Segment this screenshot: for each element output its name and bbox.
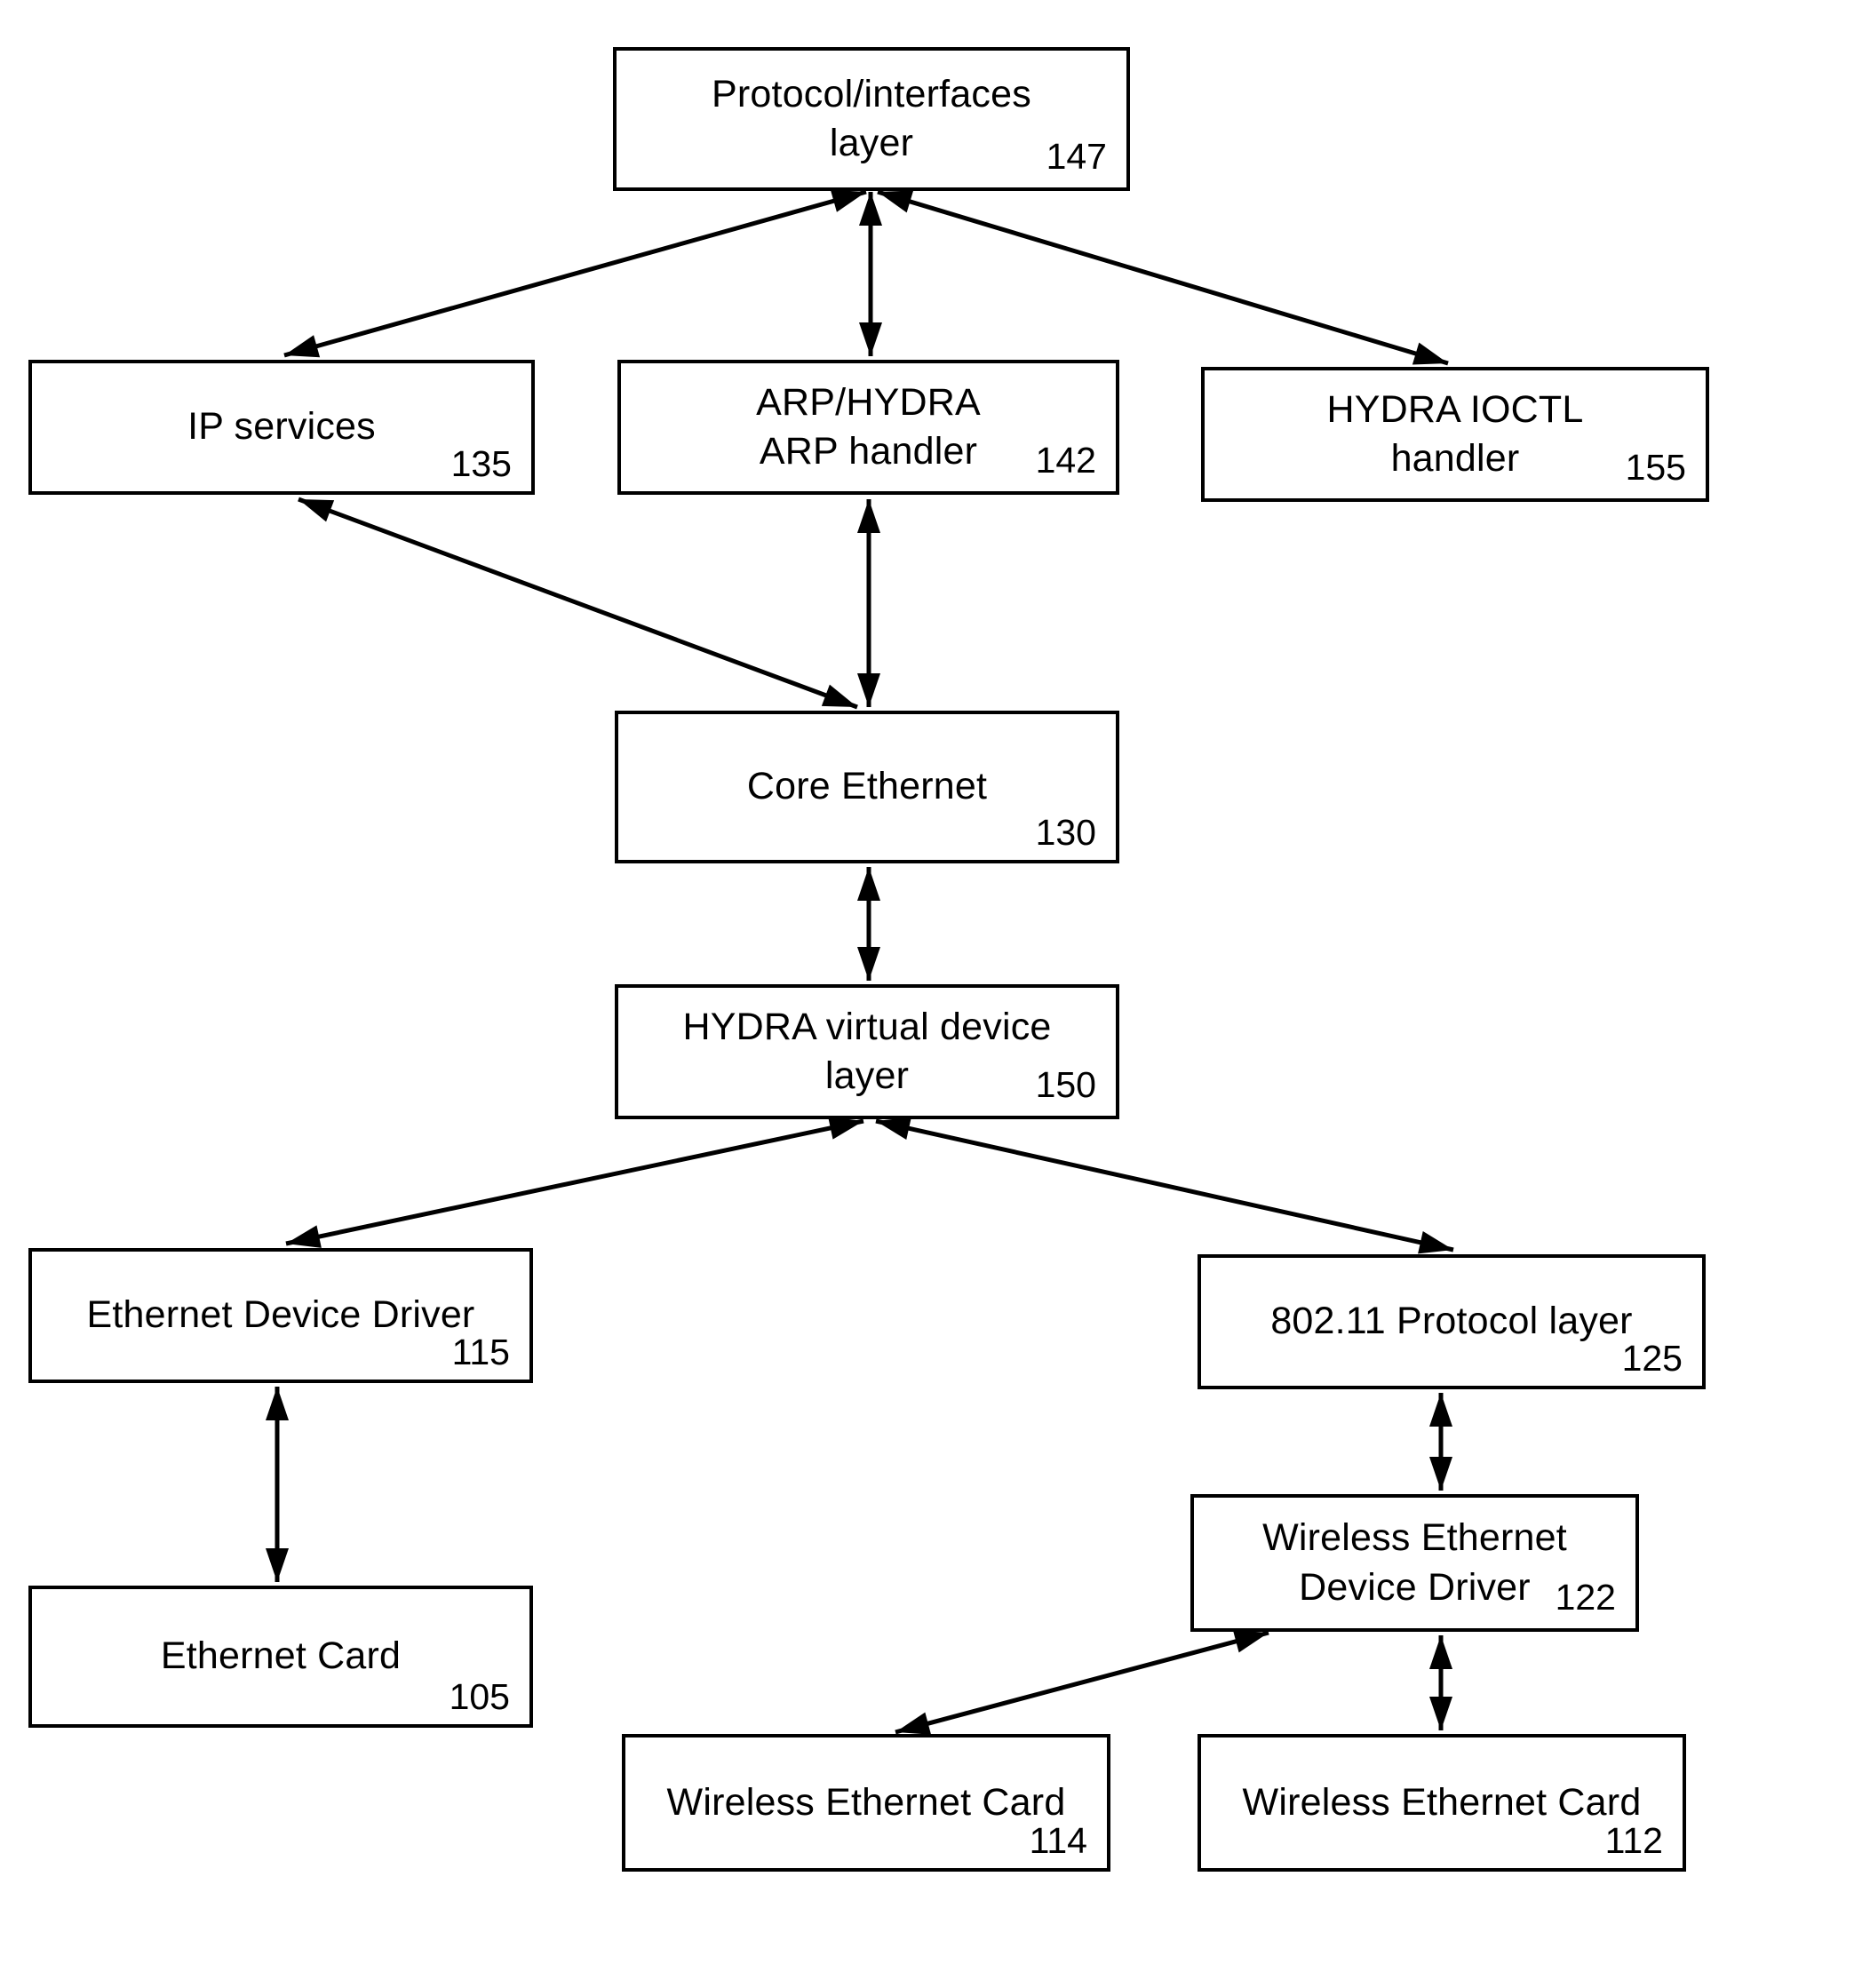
arrowhead-start <box>876 1117 911 1140</box>
edge-protocol-interfaces-layer-to-ip-services <box>283 189 867 358</box>
node-label: 802.11 Protocol layer <box>1270 1300 1633 1343</box>
arrowhead-end <box>859 322 882 356</box>
edge-wireless-ethernet-device-driver-to-wireless-ethernet-card-112 <box>1429 1635 1452 1730</box>
edge-hydra-virtual-device-layer-to-ethernet-device-driver <box>285 1117 864 1248</box>
node-reference-number: 142 <box>1035 440 1096 481</box>
arrowhead-start <box>859 192 882 226</box>
arrowhead-start <box>857 867 880 901</box>
edge-line <box>875 1118 1454 1252</box>
arrowhead-start <box>1429 1635 1452 1669</box>
edge-line <box>285 1118 864 1246</box>
node-reference-number: 150 <box>1035 1064 1096 1105</box>
arrowhead-end <box>857 673 880 707</box>
arrowhead-end <box>1429 1697 1452 1730</box>
arrowhead-end <box>284 335 321 358</box>
node-ethernet-card: Ethernet Card 105 <box>28 1586 533 1728</box>
node-reference-number: 155 <box>1625 447 1686 488</box>
node-reference-number: 125 <box>1621 1338 1683 1379</box>
node-ethernet-device-driver: Ethernet Device Driver 115 <box>28 1248 533 1383</box>
node-reference-number: 135 <box>450 443 512 484</box>
node-hydra-ioctl-handler: HYDRA IOCTL handler 155 <box>1201 367 1709 502</box>
node-label: Protocol/interfaces layer <box>712 72 1031 164</box>
node-wireless-ethernet-device-driver: Wireless Ethernet Device Driver 122 <box>1190 1494 1639 1632</box>
arrowhead-end <box>286 1225 322 1248</box>
node-reference-number: 147 <box>1046 136 1107 177</box>
arrowhead-start <box>1429 1393 1452 1427</box>
edge-wireless-ethernet-device-driver-to-wireless-ethernet-card-114 <box>895 1630 1269 1735</box>
arrowhead-end <box>821 684 857 707</box>
node-reference-number: 122 <box>1555 1577 1616 1618</box>
node-hydra-virtual-device-layer: HYDRA virtual device layer 150 <box>615 984 1119 1119</box>
node-arp-hydra-arp-handler: ARP/HYDRA ARP handler 142 <box>617 360 1119 495</box>
node-label: Wireless Ethernet Card <box>1242 1780 1642 1824</box>
edge-line <box>298 497 858 710</box>
edge-ip-services-to-core-ethernet <box>298 497 858 710</box>
edge-protocol-interfaces-layer-to-hydra-ioctl-handler <box>877 189 1449 366</box>
arrowhead-start <box>266 1387 289 1420</box>
arrowhead-end <box>857 947 880 981</box>
edge-protocol-interfaces-layer-to-arp-hydra-arp-handler <box>859 192 882 356</box>
arrowhead-end <box>1412 342 1448 365</box>
edge-hydra-virtual-device-layer-to-protocol-layer-80211 <box>875 1117 1454 1254</box>
figure-block-diagram: Protocol/interfaces layer 147 IP services 1… <box>0 0 1862 1988</box>
edge-line <box>877 189 1449 366</box>
edge-protocol-layer-80211-to-wireless-ethernet-device-driver <box>1429 1393 1452 1491</box>
edge-line <box>283 189 867 358</box>
node-reference-number: 105 <box>449 1676 510 1717</box>
node-label: HYDRA IOCTL handler <box>1326 387 1584 480</box>
arrowhead-start <box>878 190 914 213</box>
arrowhead-start <box>1232 1630 1269 1653</box>
node-wireless-ethernet-card-114: Wireless Ethernet Card 114 <box>622 1734 1110 1872</box>
node-label: Core Ethernet <box>746 765 988 808</box>
node-label: IP services <box>187 405 376 449</box>
node-reference-number: 115 <box>451 1332 510 1372</box>
node-reference-number: 114 <box>1029 1820 1087 1861</box>
node-label: Wireless Ethernet Device Driver <box>1262 1516 1567 1609</box>
node-protocol-layer-80211: 802.11 Protocol layer 125 <box>1198 1254 1706 1389</box>
edge-core-ethernet-to-hydra-virtual-device-layer <box>857 867 880 981</box>
edge-line <box>895 1630 1269 1735</box>
arrowhead-end <box>895 1712 932 1735</box>
node-protocol-interfaces-layer: Protocol/interfaces layer 147 <box>613 47 1130 191</box>
arrowhead-end <box>1418 1231 1453 1254</box>
arrowhead-start <box>830 189 866 212</box>
node-label: HYDRA virtual device layer <box>682 1005 1052 1097</box>
node-core-ethernet: Core Ethernet 130 <box>615 711 1119 863</box>
node-ip-services: IP services 135 <box>28 360 535 495</box>
arrowhead-end <box>1429 1457 1452 1491</box>
arrowhead-start <box>828 1117 863 1140</box>
node-wireless-ethernet-card-112: Wireless Ethernet Card 112 <box>1198 1734 1686 1872</box>
node-label: Wireless Ethernet Card <box>666 1780 1066 1824</box>
arrowhead-start <box>857 499 880 533</box>
node-label: Ethernet Card <box>160 1634 402 1678</box>
node-label: Ethernet Device Driver <box>86 1293 475 1337</box>
node-label: ARP/HYDRA ARP handler <box>756 380 981 473</box>
edge-ethernet-device-driver-to-ethernet-card <box>266 1387 289 1582</box>
node-reference-number: 112 <box>1604 1820 1663 1861</box>
arrowhead-start <box>298 499 335 522</box>
edge-arp-hydra-arp-handler-to-core-ethernet <box>857 499 880 707</box>
node-reference-number: 130 <box>1035 812 1096 853</box>
arrowhead-end <box>266 1548 289 1582</box>
